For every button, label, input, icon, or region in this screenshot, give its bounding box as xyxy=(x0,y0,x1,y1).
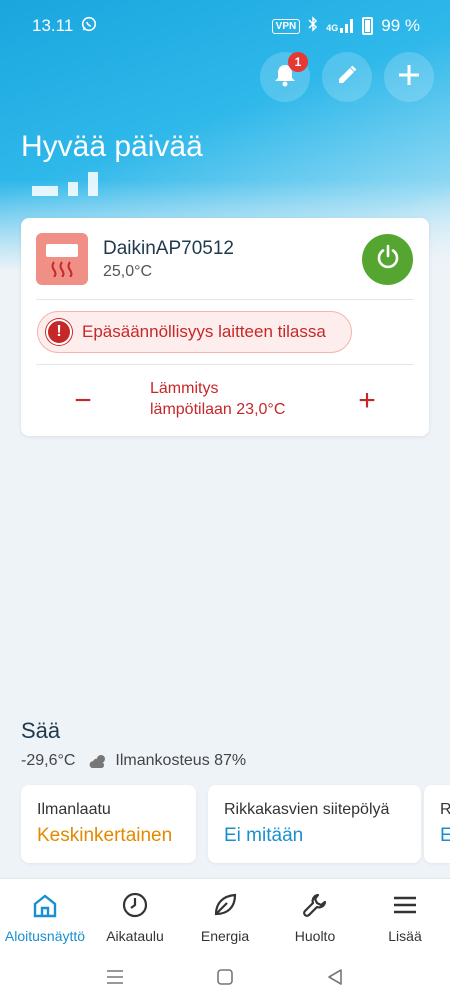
nav-item-schedule[interactable]: Aikataulu xyxy=(90,879,180,952)
back-icon[interactable] xyxy=(326,968,344,991)
nav-item-home[interactable]: Aloitusnäyttö xyxy=(0,879,90,952)
partial-info-card[interactable]: R E xyxy=(424,785,450,863)
whatsapp-icon xyxy=(81,16,97,37)
air-quality-card[interactable]: Ilmanlaatu Keskinkertainen xyxy=(21,785,196,863)
card-value: E xyxy=(440,825,450,846)
signal-icon: 4G xyxy=(326,19,354,33)
weather-title: Sää xyxy=(21,718,61,743)
card-value: Ei mitään xyxy=(224,825,304,846)
leaf-icon xyxy=(211,891,239,922)
nav-item-more[interactable]: Lisää xyxy=(360,879,450,952)
status-time: 13.11 xyxy=(32,16,74,35)
weather-temperature: -29,6°C xyxy=(21,752,76,769)
notifications-button[interactable]: 1 xyxy=(260,52,310,102)
status-right: VPN 4G 99 % xyxy=(271,15,420,37)
heating-unit-icon xyxy=(36,233,88,285)
card-label: Ilmanlaatu xyxy=(37,801,111,818)
battery-icon xyxy=(362,17,374,35)
top-actions: 1 xyxy=(260,52,434,102)
status-bar: 13.11 VPN 4G 99 % xyxy=(0,0,450,52)
notification-badge: 1 xyxy=(288,52,308,72)
home-icon xyxy=(31,891,59,922)
recent-apps-icon[interactable] xyxy=(106,969,124,990)
device-card[interactable]: DaikinAP70512 25,0°C ! Epäsäännöllisyys … xyxy=(21,218,429,436)
bluetooth-icon xyxy=(308,15,318,37)
decrease-temperature-button[interactable]: − xyxy=(68,386,98,416)
greeting-title: Hyvää päivää xyxy=(21,130,203,163)
divider xyxy=(36,364,414,365)
partly-cloudy-icon: Ilmankosteus 87% xyxy=(89,752,246,770)
device-temperature: 25,0°C xyxy=(103,263,153,280)
divider xyxy=(36,299,414,300)
weed-pollen-card[interactable]: Rikkakasvien siitepölyä Ei mitään xyxy=(208,785,421,863)
edit-button[interactable] xyxy=(322,52,372,102)
mode-line-2: lämpötilaan 23,0°C xyxy=(150,401,286,418)
card-label: R xyxy=(440,801,450,818)
user-name-redacted xyxy=(32,172,98,196)
system-navigation-bar xyxy=(0,952,450,1006)
menu-icon xyxy=(391,891,419,922)
power-button[interactable] xyxy=(362,234,413,285)
add-button[interactable] xyxy=(384,52,434,102)
network-type: 4G xyxy=(326,23,339,33)
device-warning[interactable]: ! Epäsäännöllisyys laitteen tilassa xyxy=(37,311,352,353)
nav-item-service[interactable]: Huolto xyxy=(270,879,360,952)
status-left: 13.11 xyxy=(32,16,97,37)
nav-label: Huolto xyxy=(294,928,336,944)
card-value: Keskinkertainen xyxy=(37,825,173,846)
nav-label: Aloitusnäyttö xyxy=(4,928,86,944)
home-system-icon[interactable] xyxy=(216,968,234,991)
nav-label: Lisää xyxy=(388,928,422,944)
warning-text: Epäsäännöllisyys laitteen tilassa xyxy=(82,322,326,341)
nav-label: Aikataulu xyxy=(106,928,164,944)
card-label: Rikkakasvien siitepölyä xyxy=(224,801,390,818)
battery-level: 99 % xyxy=(381,16,420,35)
nav-item-energy[interactable]: Energia xyxy=(180,879,270,952)
clock-icon xyxy=(121,891,149,922)
device-name: DaikinAP70512 xyxy=(103,238,234,259)
alert-icon: ! xyxy=(46,319,72,345)
pencil-icon xyxy=(336,64,358,91)
power-icon xyxy=(374,243,402,276)
bottom-navigation: Aloitusnäyttö Aikataulu Energia Huolto L… xyxy=(0,878,450,952)
mode-text: Lämmitys lämpötilaan 23,0°C xyxy=(150,378,285,420)
plus-icon xyxy=(397,63,421,92)
weather-humidity: Ilmankosteus 87% xyxy=(115,752,247,769)
nav-label: Energia xyxy=(200,928,250,944)
wrench-icon xyxy=(301,891,329,922)
vpn-badge: VPN xyxy=(271,18,301,34)
mode-line-1: Lämmitys xyxy=(150,380,219,397)
increase-temperature-button[interactable]: + xyxy=(352,386,382,416)
weather-row: -29,6°C Ilmankosteus 87% xyxy=(21,752,246,770)
